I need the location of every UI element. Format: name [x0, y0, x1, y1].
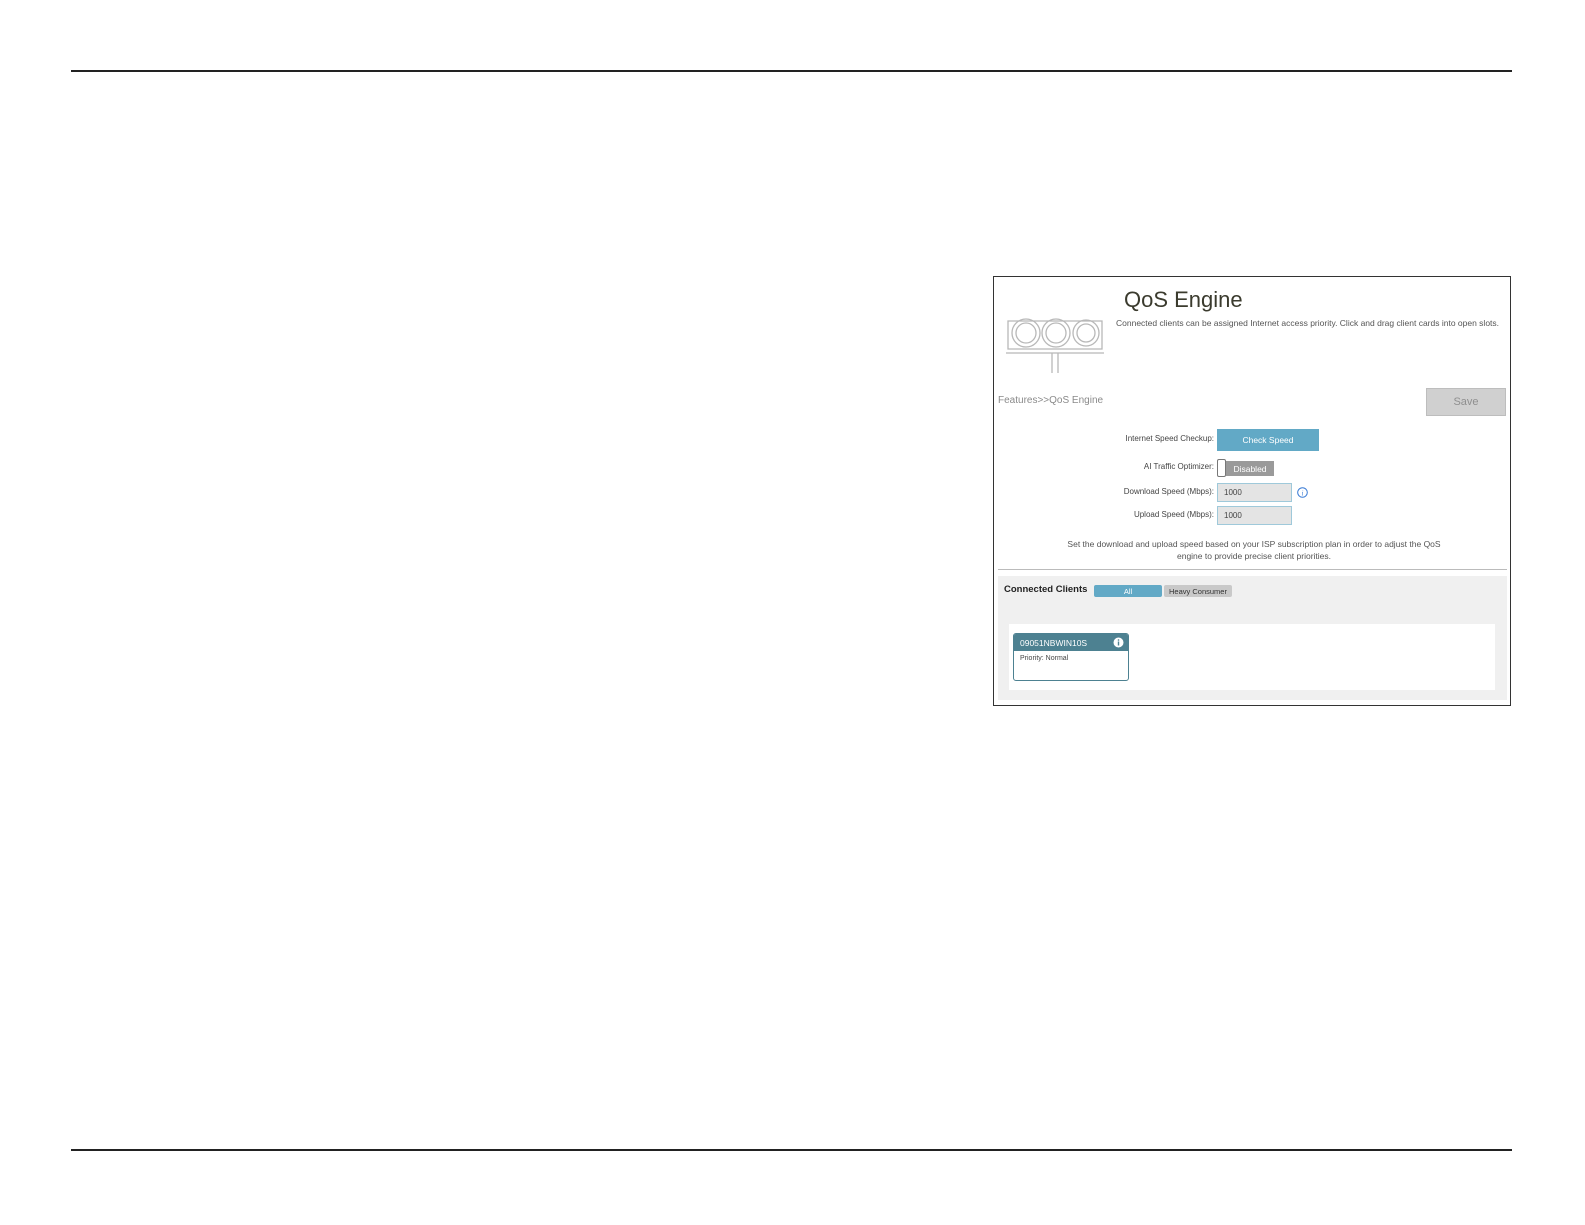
clients-title: Connected Clients [1004, 584, 1088, 595]
client-card-header: 09051NBWIN10S [1014, 634, 1128, 651]
ai-optimizer-row: AI Traffic Optimizer: Disabled [994, 457, 1510, 479]
divider [998, 569, 1507, 570]
download-label: Download Speed (Mbps): [1123, 487, 1214, 496]
page-subtitle: Connected clients can be assigned Intern… [1116, 318, 1500, 328]
info-icon[interactable]: i [1297, 487, 1308, 498]
filter-heavy-consumer-button[interactable]: Heavy Consumer [1164, 585, 1232, 597]
traffic-light-icon [1006, 318, 1104, 373]
qos-engine-screenshot: QoS Engine Connected clients can be assi… [993, 276, 1511, 706]
download-row: Download Speed (Mbps): i [994, 482, 1510, 504]
client-priority: Priority: Normal [1020, 655, 1069, 662]
page-title: QoS Engine [1124, 287, 1243, 312]
toggle-knob[interactable] [1217, 459, 1226, 477]
client-slot-area: 09051NBWIN10S Priority: Normal [1009, 624, 1495, 690]
filter-all-button[interactable]: All [1094, 585, 1162, 597]
client-card[interactable]: 09051NBWIN10S Priority: Normal [1013, 633, 1129, 681]
speed-checkup-label: Internet Speed Checkup: [1125, 434, 1214, 443]
client-name: 09051NBWIN10S [1020, 637, 1088, 648]
top-rule [71, 70, 1512, 72]
check-speed-button[interactable]: Check Speed [1217, 429, 1319, 451]
bottom-rule [71, 1149, 1512, 1151]
upload-label: Upload Speed (Mbps): [1133, 510, 1214, 519]
upload-speed-input[interactable] [1217, 506, 1292, 525]
upload-row: Upload Speed (Mbps): [994, 505, 1510, 527]
toggle-state: Disabled [1226, 461, 1274, 476]
svg-text:i: i [1302, 489, 1304, 497]
breadcrumb[interactable]: Features>>QoS Engine [998, 395, 1103, 406]
info-icon[interactable] [1113, 637, 1124, 648]
speed-note: Set the download and upload speed based … [1067, 539, 1441, 561]
download-speed-input[interactable] [1217, 483, 1292, 502]
ai-optimizer-toggle[interactable]: Disabled [1217, 459, 1275, 477]
ai-optimizer-label: AI Traffic Optimizer: [1143, 462, 1214, 471]
connected-clients-section: Connected Clients All Heavy Consumer 090… [998, 576, 1507, 700]
speed-checkup-row: Internet Speed Checkup: Check Speed [994, 429, 1510, 451]
save-button[interactable]: Save [1426, 388, 1506, 416]
